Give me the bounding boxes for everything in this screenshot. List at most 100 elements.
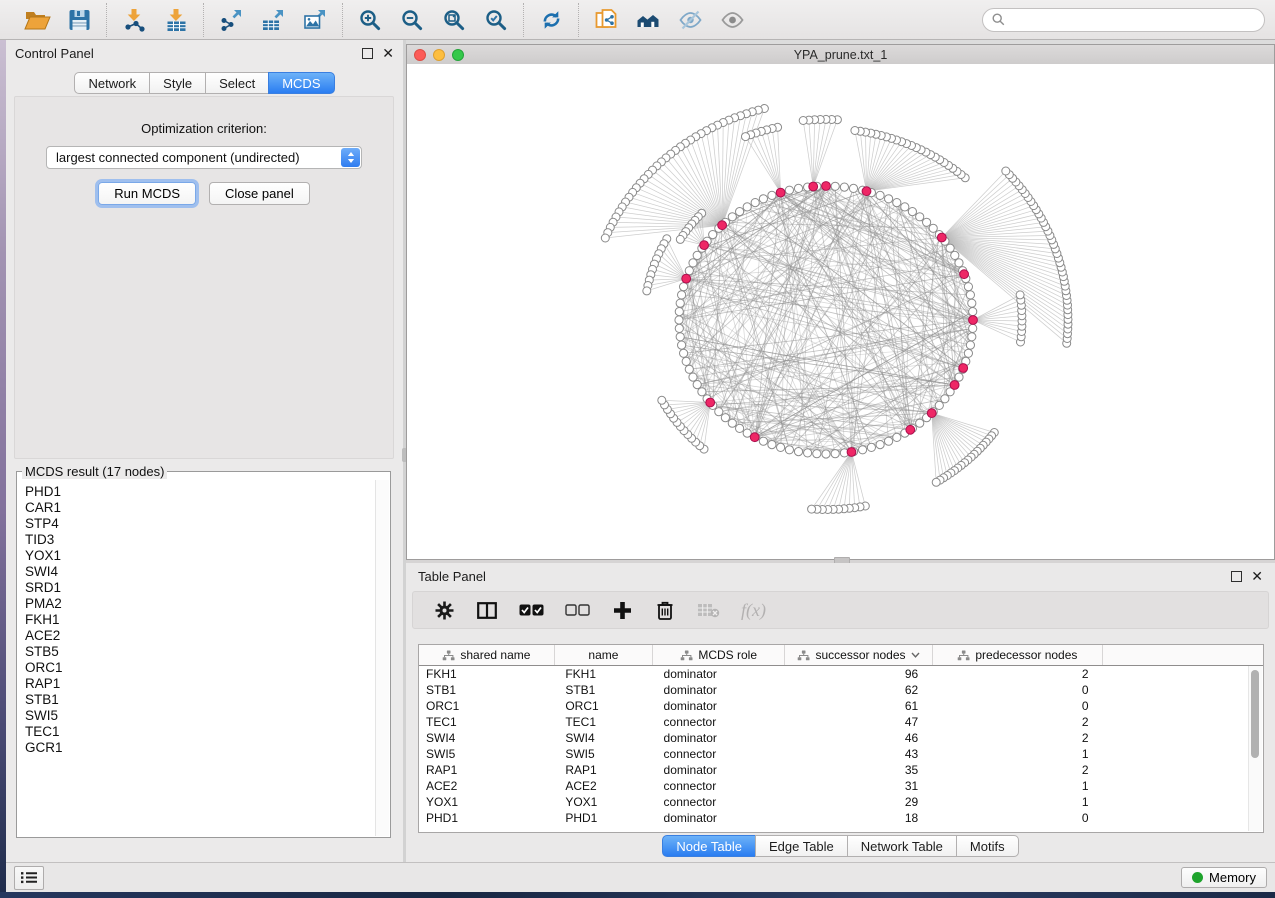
task-history-button[interactable] xyxy=(14,866,44,890)
column-header-filler xyxy=(1103,645,1263,666)
mcds-result-item[interactable]: CAR1 xyxy=(25,500,376,516)
import-table-icon[interactable] xyxy=(160,5,192,35)
tab-select[interactable]: Select xyxy=(205,72,269,94)
clone-network-icon[interactable] xyxy=(590,5,622,35)
memory-status-dot xyxy=(1192,872,1203,883)
mcds-result-item[interactable]: SWI4 xyxy=(25,564,376,580)
memory-button[interactable]: Memory xyxy=(1181,867,1267,888)
table-cell: dominator xyxy=(653,762,785,778)
table-row[interactable]: FKH1FKH1dominator962 xyxy=(419,666,1263,683)
table-settings-gear-icon[interactable] xyxy=(433,600,455,621)
control-panel-float-icon[interactable] xyxy=(362,48,373,59)
table-cell: 31 xyxy=(785,778,932,794)
table-panel-float-icon[interactable] xyxy=(1231,571,1242,582)
table-cell xyxy=(1103,682,1263,698)
split-table-view-icon[interactable] xyxy=(476,602,498,619)
table-cell: 62 xyxy=(785,682,932,698)
show-all-icon[interactable] xyxy=(716,5,748,35)
table-tab-motifs[interactable]: Motifs xyxy=(956,835,1019,857)
table-row[interactable]: ACE2ACE2connector311 xyxy=(419,778,1263,794)
mcds-result-item[interactable]: ORC1 xyxy=(25,660,376,676)
delete-table-icon xyxy=(697,602,720,618)
mcds-result-item[interactable]: ACE2 xyxy=(25,628,376,644)
toolbar-group xyxy=(578,3,759,37)
mcds-result-item[interactable]: RAP1 xyxy=(25,676,376,692)
deselect-all-rows-icon[interactable] xyxy=(565,604,590,616)
table-cell: 2 xyxy=(932,730,1102,746)
shared-column-icon xyxy=(957,650,970,661)
list-icon xyxy=(21,871,37,884)
criterion-dropdown[interactable]: largest connected component (undirected) xyxy=(46,146,362,169)
zoom-out-icon[interactable] xyxy=(396,5,428,35)
mcds-result-item[interactable]: FKH1 xyxy=(25,612,376,628)
apply-layout-icon[interactable] xyxy=(535,5,567,35)
mcds-result-item[interactable]: GCR1 xyxy=(25,740,376,756)
control-panel-close-icon[interactable]: ✕ xyxy=(382,48,394,58)
table-cell: FKH1 xyxy=(419,666,554,683)
table-tab-network-table[interactable]: Network Table xyxy=(847,835,957,857)
table-cell: 47 xyxy=(785,714,932,730)
shared-column-icon xyxy=(797,650,810,661)
tab-style[interactable]: Style xyxy=(149,72,206,94)
hide-selected-icon[interactable] xyxy=(674,5,706,35)
select-all-rows-icon[interactable] xyxy=(519,604,544,616)
first-neighbors-icon[interactable] xyxy=(632,5,664,35)
column-header-predecessor-nodes[interactable]: predecessor nodes xyxy=(932,645,1102,666)
open-file-icon[interactable] xyxy=(21,5,53,35)
mcds-result-item[interactable]: STP4 xyxy=(25,516,376,532)
mcds-result-scrollbar[interactable] xyxy=(375,480,389,836)
column-header-name[interactable]: name xyxy=(554,645,652,666)
table-row[interactable]: SWI4SWI4dominator462 xyxy=(419,730,1263,746)
run-mcds-button[interactable]: Run MCDS xyxy=(98,182,196,205)
table-row[interactable]: SWI5SWI5connector431 xyxy=(419,746,1263,762)
control-panel-title: Control Panel xyxy=(15,46,94,61)
tab-network[interactable]: Network xyxy=(74,72,150,94)
table-cell: 18 xyxy=(785,810,932,826)
network-canvas[interactable] xyxy=(407,64,1274,559)
table-row[interactable]: PHD1PHD1dominator180 xyxy=(419,810,1263,826)
search-icon xyxy=(992,13,1005,26)
save-session-icon[interactable] xyxy=(63,5,95,35)
mcds-result-list[interactable]: PHD1CAR1STP4TID3YOX1SWI4SRD1PMA2FKH1ACE2… xyxy=(18,481,376,836)
mcds-result-item[interactable]: TID3 xyxy=(25,532,376,548)
table-tab-edge-table[interactable]: Edge Table xyxy=(755,835,848,857)
table-panel-close-icon[interactable]: ✕ xyxy=(1251,571,1263,581)
mcds-result-item[interactable]: PMA2 xyxy=(25,596,376,612)
export-table-icon[interactable] xyxy=(257,5,289,35)
table-row[interactable]: ORC1ORC1dominator610 xyxy=(419,698,1263,714)
zoom-selected-icon[interactable] xyxy=(480,5,512,35)
mcds-result-item[interactable]: STB1 xyxy=(25,692,376,708)
mcds-result-item[interactable]: TEC1 xyxy=(25,724,376,740)
table-row[interactable]: YOX1YOX1connector291 xyxy=(419,794,1263,810)
network-graph[interactable] xyxy=(407,64,1274,559)
search-input[interactable] xyxy=(1011,11,1255,28)
delete-column-icon[interactable] xyxy=(654,600,676,620)
mcds-result-item[interactable]: YOX1 xyxy=(25,548,376,564)
import-network-icon[interactable] xyxy=(118,5,150,35)
zoom-in-icon[interactable] xyxy=(354,5,386,35)
table-scrollbar[interactable] xyxy=(1248,666,1262,831)
mcds-result-item[interactable]: SWI5 xyxy=(25,708,376,724)
table-scrollbar-thumb[interactable] xyxy=(1251,670,1259,758)
mcds-result-item[interactable]: STB5 xyxy=(25,644,376,660)
column-header-successor-nodes[interactable]: successor nodes xyxy=(785,645,932,666)
add-column-icon[interactable] xyxy=(611,601,633,620)
table-row[interactable]: RAP1RAP1dominator352 xyxy=(419,762,1263,778)
mcds-result-item[interactable]: PHD1 xyxy=(25,484,376,500)
tab-mcds[interactable]: MCDS xyxy=(268,72,334,94)
table-panel: Table Panel ✕ f(x) shared namenameMCDS r… xyxy=(406,563,1275,862)
mcds-result-item[interactable]: SRD1 xyxy=(25,580,376,596)
table-row[interactable]: TEC1TEC1connector472 xyxy=(419,714,1263,730)
search-field[interactable] xyxy=(982,8,1265,32)
table-cell: 46 xyxy=(785,730,932,746)
column-header-shared-name[interactable]: shared name xyxy=(419,645,554,666)
table-row[interactable]: STB1STB1dominator620 xyxy=(419,682,1263,698)
export-network-icon[interactable] xyxy=(215,5,247,35)
close-panel-button[interactable]: Close panel xyxy=(209,182,310,205)
table-tab-node-table[interactable]: Node Table xyxy=(662,835,756,857)
export-image-icon[interactable] xyxy=(299,5,331,35)
table-cell: 1 xyxy=(932,778,1102,794)
zoom-fit-icon[interactable] xyxy=(438,5,470,35)
table-cell: dominator xyxy=(653,666,785,683)
column-header-MCDS-role[interactable]: MCDS role xyxy=(653,645,785,666)
